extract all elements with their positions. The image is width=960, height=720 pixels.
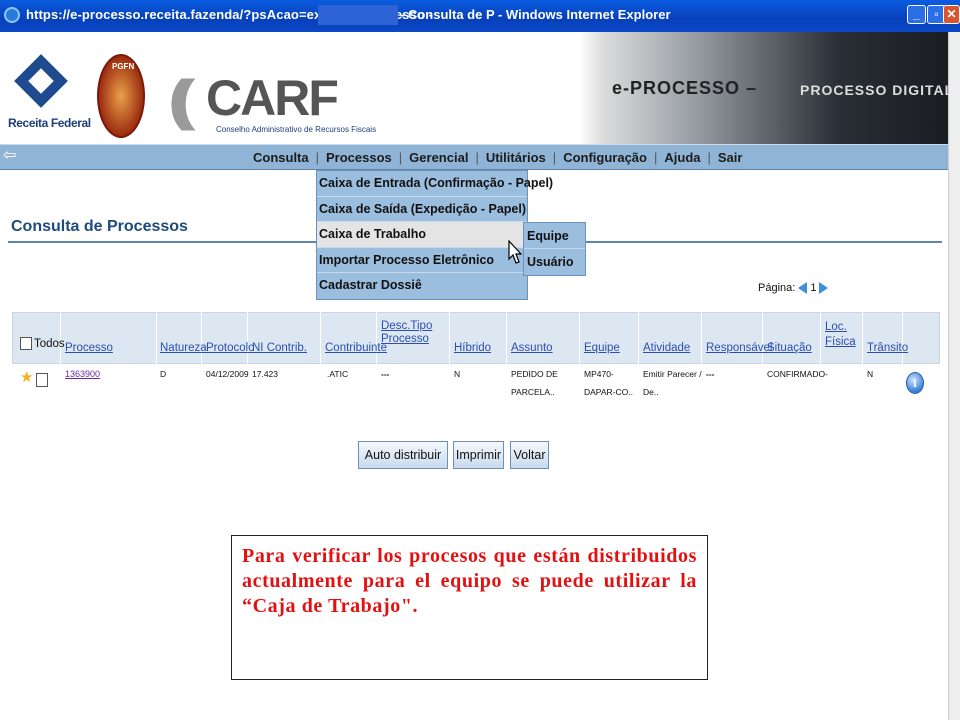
- menu-item-importar[interactable]: Importar Processo Eletrônico: [317, 248, 527, 274]
- col-desc-tipo-processo[interactable]: Desc.Tipo Processo: [381, 320, 432, 346]
- nav-menu: Consulta | Processos | Gerencial | Utilitár…: [246, 145, 749, 169]
- col-transito[interactable]: Trânsito: [867, 342, 908, 354]
- processos-dropdown: Caixa de Entrada (Confirmação - Papel) C…: [316, 170, 553, 300]
- row-checkbox[interactable]: [36, 373, 48, 387]
- header-cell: [321, 312, 377, 364]
- minimize-button[interactable]: _: [907, 5, 926, 24]
- select-all-checkbox[interactable]: [20, 337, 32, 350]
- header-cell: [450, 312, 507, 364]
- next-page-icon[interactable]: [819, 282, 829, 294]
- close-button[interactable]: ✕: [943, 5, 960, 24]
- row-hibrido: N: [454, 369, 461, 379]
- select-all[interactable]: Todos: [20, 337, 65, 350]
- nav-item-utilitarios[interactable]: Utilitários: [479, 150, 553, 165]
- banner-title: e-PROCESSO –: [612, 78, 758, 98]
- nav-item-processos[interactable]: Processos: [319, 150, 399, 165]
- col-ni-contrib[interactable]: NI Contrib.: [252, 342, 307, 354]
- star-icon[interactable]: ★: [20, 370, 33, 385]
- submenu-item-equipe[interactable]: Equipe: [524, 223, 585, 249]
- pagination: Página: 1: [758, 282, 831, 294]
- prev-page-icon[interactable]: [798, 282, 808, 294]
- row-desc-tipo: ---: [381, 369, 390, 379]
- auto-distribuir-button[interactable]: Auto distribuir: [358, 441, 448, 469]
- imprimir-button[interactable]: Imprimir: [453, 441, 504, 469]
- page-number: 1: [810, 282, 817, 294]
- annotation-note: Para verificar los procesos que están di…: [231, 535, 708, 680]
- todos-label: Todos: [34, 337, 65, 350]
- receita-federal-logo: Receita Federal: [8, 54, 91, 142]
- col-processo[interactable]: Processo: [65, 342, 113, 354]
- col-natureza[interactable]: Natureza: [160, 342, 207, 354]
- col-contribuinte[interactable]: Contribuinte: [325, 342, 387, 354]
- row-natureza: D: [160, 369, 167, 379]
- voltar-button[interactable]: Voltar: [510, 441, 549, 469]
- row-assunto-2: PARCELA..: [511, 387, 555, 397]
- banner-title-2: PROCESSO DIGITAL: [800, 82, 948, 98]
- row-loc-fisica: -: [825, 369, 828, 379]
- menu-item-cadastrar-dossie[interactable]: Cadastrar Dossiê: [317, 273, 527, 299]
- header-cell: [507, 312, 580, 364]
- back-arrow-icon[interactable]: ⇦: [3, 148, 16, 164]
- header-cell: [639, 312, 702, 364]
- col-responsavel[interactable]: Responsável: [706, 342, 772, 354]
- site-header: Receita Federal PGFN ((( CARF Conselho A…: [0, 32, 948, 144]
- col-hibrido[interactable]: Híbrido: [454, 342, 491, 354]
- carf-subtitle: Conselho Administrativo de Recursos Fisc…: [216, 125, 377, 134]
- carf-arcs-icon: (((: [168, 68, 196, 131]
- nav-item-configuracao[interactable]: Configuração: [556, 150, 654, 165]
- col-situacao[interactable]: Situação: [767, 342, 812, 354]
- header-cell: [763, 312, 821, 364]
- row-protocolo: 04/12/2009: [206, 369, 249, 379]
- main-nav: ⇦ Consulta | Processos | Gerencial | Utilit…: [0, 144, 948, 170]
- header-cell: [863, 312, 903, 364]
- submenu-item-usuario[interactable]: Usuário: [524, 249, 585, 275]
- nav-item-sair[interactable]: Sair: [711, 150, 750, 165]
- mouse-cursor-icon: [508, 240, 522, 264]
- row-equipe-1: MP470-: [584, 369, 614, 379]
- row-equipe-2: DAPAR-CO..: [584, 387, 633, 397]
- pgfn-label: PGFN: [112, 62, 135, 71]
- window-titlebar: https://e-processo.receita.fazenda/?psAc…: [0, 0, 960, 32]
- header-cell: [61, 312, 157, 364]
- receita-label: Receita Federal: [8, 116, 91, 130]
- menu-item-caixa-entrada[interactable]: Caixa de Entrada (Confirmação - Papel): [317, 171, 553, 197]
- carf-logo: CARF: [206, 70, 339, 126]
- nav-item-consulta[interactable]: Consulta: [246, 150, 316, 165]
- header-cell: [157, 312, 202, 364]
- row-assunto-1: PEDIDO DE: [511, 369, 558, 379]
- col-atividade[interactable]: Atividade: [643, 342, 690, 354]
- col-equipe[interactable]: Equipe: [584, 342, 620, 354]
- col-assunto[interactable]: Assunto: [511, 342, 553, 354]
- nav-item-gerencial[interactable]: Gerencial: [402, 150, 475, 165]
- menu-item-caixa-saida[interactable]: Caixa de Saída (Expedição - Papel): [317, 197, 527, 223]
- eprocesso-banner: e-PROCESSO – PROCESSO DIGITAL: [580, 32, 948, 144]
- col-loc-fisica[interactable]: Loc. Física: [825, 320, 856, 350]
- col-protocolo[interactable]: Protocolo: [206, 342, 255, 354]
- page-title: Consulta de Processos: [11, 218, 188, 235]
- row-atividade-1: Emitir Parecer /: [643, 369, 702, 379]
- window-title-suffix: - Consulta de P - Windows Internet Explo…: [400, 7, 671, 22]
- row-atividade-2: De..: [643, 387, 659, 397]
- pagina-label: Página:: [758, 282, 796, 294]
- header-cell: [248, 312, 321, 364]
- row-contribuinte: .ATIC: [327, 369, 349, 379]
- pgfn-seal-icon: PGFN: [97, 54, 145, 138]
- ie-icon: [4, 7, 20, 23]
- header-cell: [580, 312, 639, 364]
- row-processo-link[interactable]: 1363900: [65, 368, 100, 380]
- info-icon[interactable]: i: [906, 372, 924, 394]
- row-transito: N: [867, 369, 874, 379]
- vertical-scrollbar[interactable]: [948, 32, 960, 720]
- menu-item-caixa-trabalho[interactable]: Caixa de Trabalho: [317, 222, 527, 248]
- row-situacao: CONFIRMADO: [767, 369, 826, 379]
- header-cell: [702, 312, 763, 364]
- caixa-trabalho-submenu: Equipe Usuário: [523, 222, 586, 276]
- header-cell: [202, 312, 248, 364]
- row-responsavel: ---: [706, 369, 715, 379]
- redacted-block: [318, 5, 398, 25]
- nav-item-ajuda[interactable]: Ajuda: [657, 150, 707, 165]
- row-ni-contrib: 17.423: [252, 369, 278, 379]
